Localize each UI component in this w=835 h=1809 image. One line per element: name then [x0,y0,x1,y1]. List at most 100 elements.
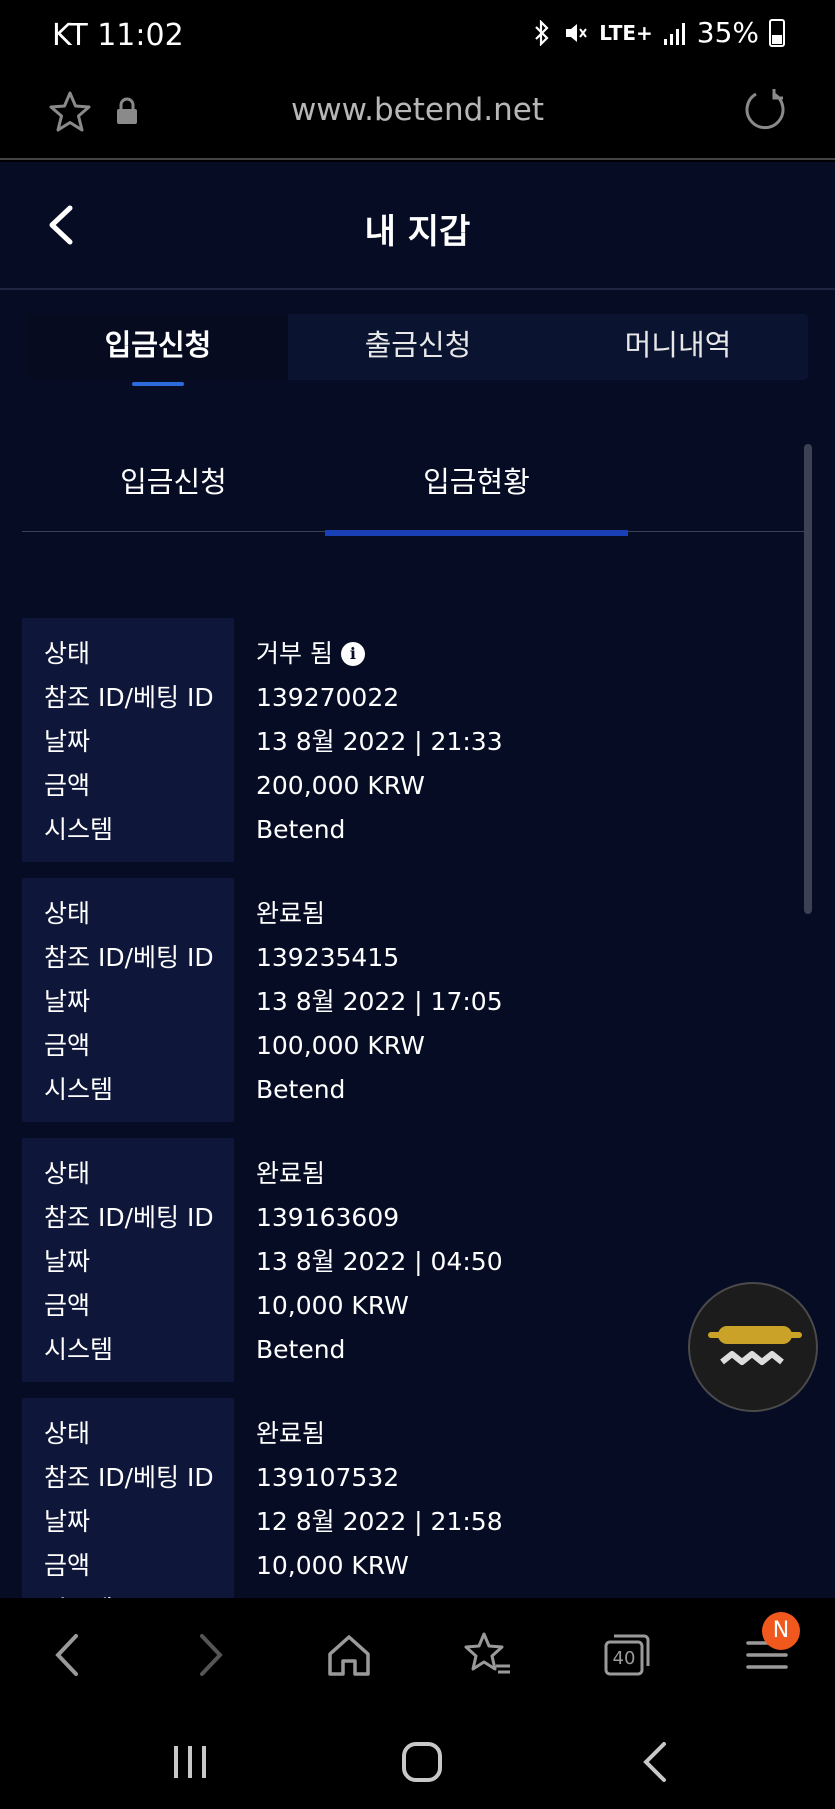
system-row: 시스템 Betend [22,1588,802,1598]
system-row: 시스템 Betend [22,1068,802,1112]
list-item: 상태 완료됨 참조 ID/베팅 ID 139107532 날짜 12 8월 2022 … [22,1398,802,1598]
chat-fab-button[interactable] [688,1282,818,1412]
date-row: 날짜 13 8월 2022 | 04:50 [22,1240,802,1284]
status-row: 상태 완료됨 [22,892,802,936]
system-row: 시스템 Betend [22,808,802,852]
amount-label: 금액 [44,1031,91,1060]
status-value: 완료됨 [256,1159,326,1188]
home-icon[interactable] [322,1628,376,1682]
ref-id-label: 참조 ID/베팅 ID [44,1203,214,1232]
ref-id-row: 참조 ID/베팅 ID 139235415 [22,936,802,980]
list-item: 상태 거부 됨 i 참조 ID/베팅 ID 139270022 날짜 13 8월 202… [22,618,802,862]
amount-label: 금액 [44,1291,91,1320]
date-row: 날짜 12 8월 2022 | 21:58 [22,1500,802,1544]
status-label: 상태 [44,899,91,928]
url-field[interactable]: www.betend.net [0,92,835,128]
system-value: Betend [256,1588,345,1598]
ref-id-label: 참조 ID/베팅 ID [44,683,214,712]
page-header: 내 지갑 [0,162,835,290]
ref-id-row: 참조 ID/베팅 ID 139107532 [22,1456,802,1500]
ref-id-value: 139235415 [256,943,400,972]
system-value: Betend [256,1335,346,1364]
sub-tabs: 입금신청 입금현황 [22,432,812,536]
scrollbar[interactable] [804,444,812,914]
subtab-deposit-status[interactable]: 입금현황 [325,432,628,536]
home-button-icon[interactable] [398,1738,446,1786]
amount-value: 10,000 KRW [256,1291,409,1320]
status-bar: KT 11:02 LTE+ 35% [0,0,835,72]
status-icons: LTE+ 35% [531,16,785,49]
system-label: 시스템 [44,815,114,844]
status-label: 상태 [44,1159,91,1188]
battery-percent: 35% [696,16,759,49]
date-label: 날짜 [44,987,91,1016]
system-value: Betend [256,815,346,844]
signal-icon [663,22,685,45]
system-value: Betend [256,1075,346,1104]
system-row: 시스템 Betend [22,1328,802,1372]
subtab-deposit-request[interactable]: 입금신청 [22,432,325,532]
amount-value: 200,000 KRW [256,771,425,800]
system-label: 시스템 [44,1075,114,1104]
tab-label: 출금신청 [364,328,472,362]
amount-row: 금액 10,000 KRW [22,1284,802,1328]
android-nav-bar [0,1710,835,1809]
date-row: 날짜 13 8월 2022 | 21:33 [22,720,802,764]
tab-label: 머니내역 [624,328,732,362]
status-label: 상태 [44,1419,91,1448]
tab-deposit-request[interactable]: 입금신청 [28,314,288,386]
network-label: LTE+ [599,20,653,45]
date-value: 12 8월 2022 | 21:58 [256,1507,503,1536]
date-value: 13 8월 2022 | 17:05 [256,987,503,1016]
status-value: 거부 됨 [256,639,333,668]
ref-id-value: 139163609 [256,1203,400,1232]
recent-apps-icon[interactable] [166,1738,214,1786]
deposit-records-list: 상태 거부 됨 i 참조 ID/베팅 ID 139270022 날짜 13 8월 202… [22,618,802,1598]
browser-address-bar: www.betend.net [0,72,835,160]
date-label: 날짜 [44,727,91,756]
amount-label: 금액 [44,1551,91,1580]
status-time: KT 11:02 [52,18,184,53]
date-row: 날짜 13 8월 2022 | 17:05 [22,980,802,1024]
active-tab-indicator [132,382,184,386]
tab-label: 입금신청 [104,328,212,362]
bluetooth-icon [535,19,549,46]
page-title: 내 지갑 [364,212,471,252]
mute-icon [566,23,588,42]
date-label: 날짜 [44,1247,91,1276]
amount-row: 금액 10,000 KRW [22,1544,802,1588]
status-value: 완료됨 [256,899,326,928]
bookmarks-icon[interactable] [460,1628,514,1682]
list-item: 상태 완료됨 참조 ID/베팅 ID 139163609 날짜 13 8월 2022 … [22,1138,802,1382]
amount-value: 10,000 KRW [256,1551,409,1580]
android-back-icon[interactable] [632,1738,680,1786]
ref-id-value: 139107532 [256,1463,400,1492]
ref-id-row: 참조 ID/베팅 ID 139163609 [22,1196,802,1240]
system-label: 시스템 [44,1588,113,1598]
date-label: 날짜 [44,1507,91,1536]
ref-id-label: 참조 ID/베팅 ID [44,943,214,972]
list-item: 상태 완료됨 참조 ID/베팅 ID 139235415 날짜 13 8월 2022 … [22,878,802,1122]
ref-id-label: 참조 ID/베팅 ID [44,1463,214,1492]
ref-id-value: 139270022 [256,683,400,712]
browser-toolbar: 40 N [0,1598,835,1710]
tab-withdraw-request[interactable]: 출금신청 [288,314,548,380]
info-icon[interactable]: i [340,642,365,666]
browser-back-icon[interactable] [42,1628,96,1682]
system-label: 시스템 [44,1335,114,1364]
status-value-wrap: 거부 됨 i [256,632,365,676]
tab-count: 40 [612,1648,636,1669]
chat-logo-icon [708,1326,802,1365]
browser-forward-icon[interactable] [182,1628,236,1682]
status-row: 상태 거부 됨 i [22,632,802,676]
reload-icon[interactable] [741,86,789,134]
tab-money-history[interactable]: 머니내역 [548,314,808,380]
main-tabs: 입금신청 출금신청 머니내역 [28,314,808,386]
wallet-page: 내 지갑 입금신청 출금신청 머니내역 입금신청 입금현황 상태 거부 됨 i 참조… [0,162,835,1598]
notification-badge: N [762,1612,800,1650]
tabs-button[interactable]: 40 [600,1628,654,1682]
amount-row: 금액 200,000 KRW [22,764,802,808]
status-row: 상태 완료됨 [22,1412,802,1456]
amount-value: 100,000 KRW [256,1031,425,1060]
amount-label: 금액 [44,771,91,800]
